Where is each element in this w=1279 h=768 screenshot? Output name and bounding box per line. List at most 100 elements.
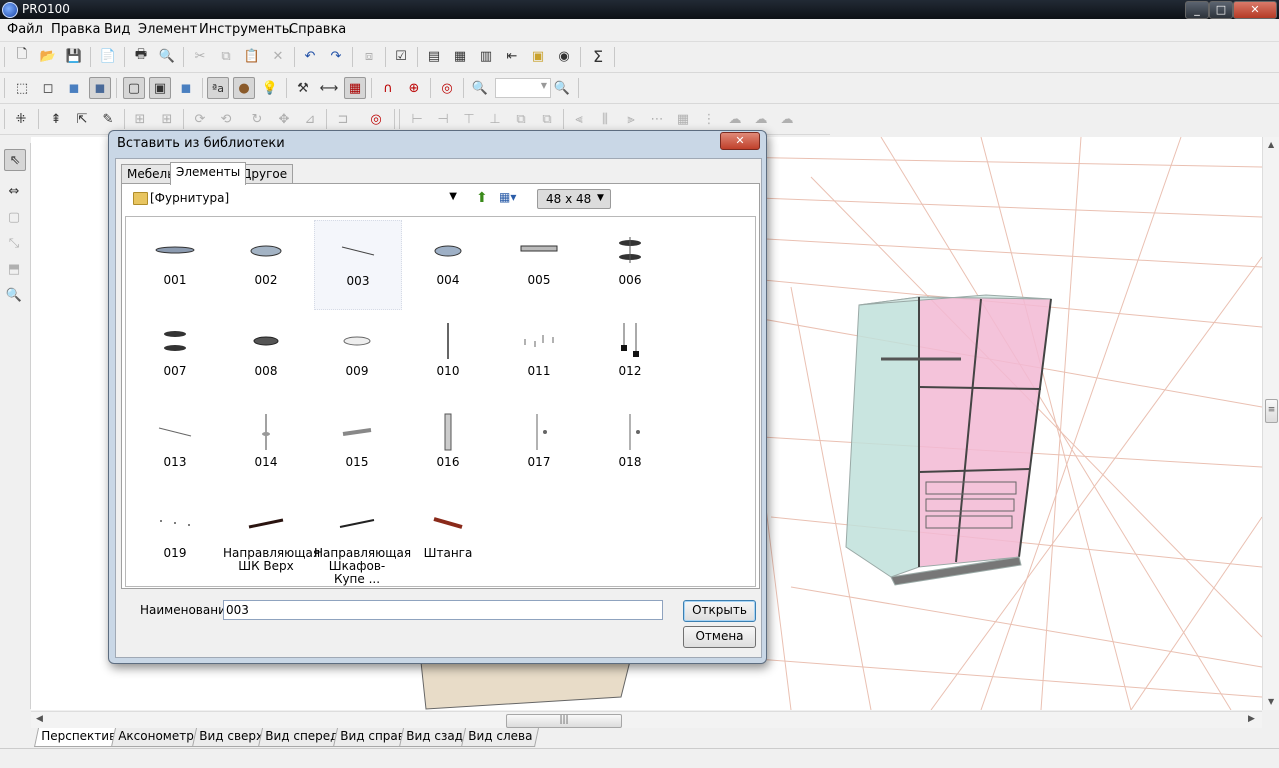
align-center-icon[interactable]: ⊣	[433, 109, 453, 129]
align-left-icon[interactable]: ⊢	[407, 109, 427, 129]
library-item[interactable]: 002	[223, 220, 309, 308]
box-view-icon[interactable]: ▢	[123, 77, 145, 99]
horizontal-scrollbar[interactable]: ◀ ||| ▶	[31, 711, 1262, 729]
select-grid-icon[interactable]: ⁜	[11, 109, 31, 129]
stack-icon[interactable]: ⧉	[511, 109, 531, 129]
split-icon[interactable]: ⇔	[4, 181, 24, 201]
icon-size-combo[interactable]: 48 x 48 ▼	[537, 189, 611, 209]
outline-icon[interactable]: ◻	[38, 78, 58, 98]
save-icon[interactable]: 💾	[64, 46, 84, 66]
library-item[interactable]: 006	[587, 220, 673, 308]
delete-icon[interactable]: ✕	[268, 46, 288, 66]
pencil-icon[interactable]: ✎	[98, 109, 118, 129]
rotate-y-icon[interactable]: ⟲	[216, 109, 236, 129]
frame-icon[interactable]: ⊐	[333, 109, 353, 129]
name-input[interactable]: 003	[223, 600, 663, 620]
menu-edit[interactable]: Правка	[51, 22, 100, 37]
library-item-selected[interactable]: 003	[314, 220, 402, 310]
scroll-down-arrow-icon[interactable]: ▼	[1268, 697, 1274, 706]
new-file-icon[interactable]: 🗋	[12, 46, 32, 66]
library-item[interactable]: 018	[587, 402, 673, 490]
box-select-icon[interactable]: ▢	[4, 207, 24, 227]
maximize-button[interactable]: □	[1209, 1, 1233, 19]
library-item[interactable]: 005	[496, 220, 582, 308]
resize-icon[interactable]: ⤡	[4, 233, 24, 253]
scroll-right-arrow-icon[interactable]: ▶	[1248, 714, 1255, 724]
distribute-v-icon[interactable]: ⋮	[699, 109, 719, 129]
menu-tools[interactable]: Инструменты	[199, 22, 292, 37]
magnet-icon[interactable]: ∩	[378, 78, 398, 98]
textured-icon[interactable]: ◼	[89, 77, 111, 99]
library-item[interactable]: 010	[405, 311, 491, 399]
library-item[interactable]: 004	[405, 220, 491, 308]
sum-icon[interactable]: Σ	[588, 46, 608, 66]
magnify-icon[interactable]: 🔍	[4, 285, 24, 305]
box-solid-icon[interactable]: ◼	[176, 78, 196, 98]
dialog-close-button[interactable]: ✕	[720, 132, 760, 150]
library-item[interactable]: Направляющая Шкафов-Купе ...	[314, 493, 411, 586]
light-report-icon[interactable]: ▣	[528, 46, 548, 66]
box-edges-icon[interactable]: ▣	[149, 77, 171, 99]
zoom-out-icon[interactable]: 🔍	[470, 78, 490, 98]
edit-shape-icon[interactable]: ⬒	[4, 259, 24, 279]
open-button[interactable]: Открыть	[683, 600, 756, 622]
menu-help[interactable]: Справка	[289, 22, 346, 37]
zoom-combo[interactable]: ▼	[495, 78, 551, 98]
library-item[interactable]: 016	[405, 402, 491, 490]
distribute-center-icon[interactable]: ⫼	[595, 109, 615, 129]
redo-icon[interactable]: ↷	[326, 46, 346, 66]
stack-alt-icon[interactable]: ⧉	[537, 109, 557, 129]
library-item[interactable]: 009	[314, 311, 400, 399]
library-item[interactable]: 015	[314, 402, 400, 490]
vertical-scrollbar[interactable]: ▲ ≡ ▼	[1262, 137, 1279, 710]
undo-icon[interactable]: ↶	[300, 46, 320, 66]
cloud-edit-icon[interactable]: ☁	[777, 109, 797, 129]
open-folder-icon[interactable]: 📂	[38, 46, 58, 66]
menu-view[interactable]: Вид	[104, 22, 130, 37]
library-item[interactable]: 017	[496, 402, 582, 490]
print-preview-icon[interactable]: 🔍	[157, 46, 177, 66]
cut-icon[interactable]: ✂	[190, 46, 210, 66]
origin-target-icon[interactable]: ◎	[366, 109, 386, 129]
shaded-icon[interactable]: ◼	[64, 78, 84, 98]
dimensions-icon[interactable]: ⇤	[502, 46, 522, 66]
copy-icon[interactable]: ⧉	[216, 46, 236, 66]
group-icon[interactable]: ⧈	[359, 46, 379, 66]
snap-icon[interactable]: ⊕	[404, 78, 424, 98]
cost-report-icon[interactable]: ◉	[554, 46, 574, 66]
move-up-icon[interactable]: ⇞	[46, 109, 66, 129]
ruler-icon[interactable]: ⟷	[319, 78, 339, 98]
mirror-icon[interactable]: ⊿	[300, 109, 320, 129]
cancel-button[interactable]: Отмена	[683, 626, 756, 648]
measure-icon[interactable]: ⚒	[293, 78, 313, 98]
library-item[interactable]: 014	[223, 402, 309, 490]
library-item[interactable]: 008	[223, 311, 309, 399]
distribute-h-icon[interactable]: ⋯	[647, 109, 667, 129]
material-ball-icon[interactable]: ●	[233, 77, 255, 99]
move-cursor-icon[interactable]: ⇱	[72, 109, 92, 129]
library-item[interactable]: 001	[132, 220, 218, 308]
minimize-button[interactable]: _	[1185, 1, 1209, 19]
horizontal-scroll-thumb[interactable]: |||	[506, 714, 622, 728]
cloud-icon[interactable]: ☁	[725, 109, 745, 129]
grid-icon[interactable]: ▦	[344, 77, 366, 99]
report-settings-icon[interactable]: ▥	[476, 46, 496, 66]
distribute-grid-icon[interactable]: ▦	[673, 109, 693, 129]
zoom-in-icon[interactable]: 🔍	[552, 78, 572, 98]
text-aa-icon[interactable]: ªa	[207, 77, 229, 99]
distribute-right-icon[interactable]: ⫸	[621, 109, 641, 129]
paste-icon[interactable]: 📋	[242, 46, 262, 66]
library-item[interactable]: Направляющая ШК Верх	[223, 493, 320, 581]
align-group-icon[interactable]: ⊞	[157, 109, 177, 129]
view-mode-icon[interactable]: ▦▾	[499, 190, 527, 206]
properties-icon[interactable]: 📄	[98, 46, 118, 66]
library-item[interactable]: 011	[496, 311, 582, 399]
library-item[interactable]: 012	[587, 311, 673, 399]
scroll-up-arrow-icon[interactable]: ▲	[1268, 140, 1274, 149]
library-item[interactable]: Штанга	[405, 493, 491, 581]
align-box-icon[interactable]: ⊞	[130, 109, 150, 129]
checklist-icon[interactable]: ☑	[391, 46, 411, 66]
pointer-icon[interactable]: ⇖	[4, 149, 26, 171]
cloud-alt-icon[interactable]: ☁	[751, 109, 771, 129]
library-item[interactable]: 013	[132, 402, 218, 490]
